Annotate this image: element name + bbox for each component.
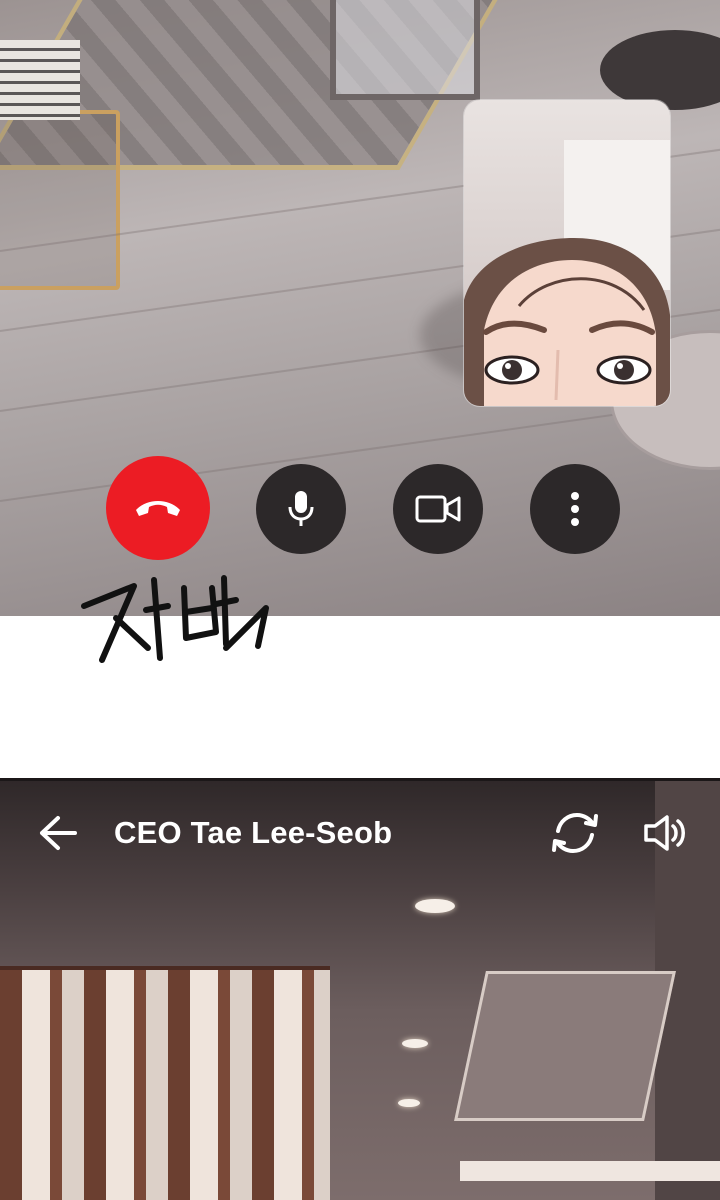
background-side-table: [0, 110, 120, 290]
arrow-left-icon: [40, 816, 77, 850]
ceiling-light: [402, 1039, 428, 1048]
self-view-preview[interactable]: [464, 100, 670, 406]
phone-hangup-icon: [136, 501, 180, 516]
background-stool: [600, 30, 720, 110]
microphone-icon: [288, 491, 314, 526]
video-camera-icon: [415, 495, 461, 523]
footstep-sound-effect: [81, 575, 269, 663]
video-call-panel: [0, 0, 720, 616]
call-header-bar: CEO Tae Lee-Seob: [0, 781, 720, 891]
background-ceiling-strip: [460, 1161, 720, 1181]
back-button[interactable]: [36, 811, 80, 855]
background-books: [0, 40, 80, 120]
speaker-icon: [644, 815, 685, 851]
more-options-button[interactable]: [530, 464, 620, 554]
ceiling-light: [398, 1099, 420, 1107]
more-vertical-icon: [571, 492, 579, 526]
background-wood-slats: [0, 966, 330, 1200]
caller-name: CEO Tae Lee-Seob: [114, 815, 393, 850]
end-call-button[interactable]: [106, 456, 210, 560]
switch-camera-button[interactable]: [548, 809, 602, 857]
speaker-button[interactable]: [640, 811, 690, 855]
camera-switch-icon: [552, 812, 598, 854]
camera-button[interactable]: [393, 464, 483, 554]
face-illustration: [464, 238, 670, 406]
ceiling-light: [415, 899, 455, 913]
background-glass-door: [330, 0, 480, 100]
incoming-call-panel: CEO Tae Lee-Seob: [0, 778, 720, 1200]
microphone-button[interactable]: [256, 464, 346, 554]
background-ceiling-panel: [454, 971, 676, 1121]
